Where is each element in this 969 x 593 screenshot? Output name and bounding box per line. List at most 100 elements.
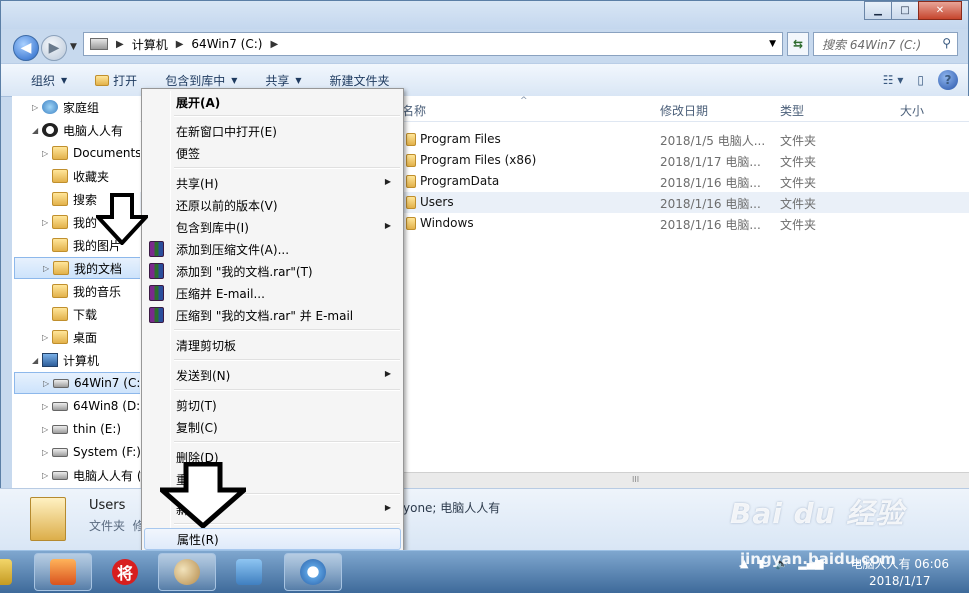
menu-item-restore-previous[interactable]: 还原以前的版本(V)	[144, 194, 401, 216]
menu-item-cut[interactable]: 剪切(T)	[144, 394, 401, 416]
expand-arrow-icon[interactable]: ▷	[42, 448, 52, 457]
menu-item-compress-email[interactable]: 压缩并 E-mail...	[144, 282, 401, 304]
nav-item-documents[interactable]: ▷ Documents	[42, 142, 140, 164]
expand-arrow-icon[interactable]: ▷	[42, 471, 52, 480]
share-menu[interactable]: 共享 ▼	[265, 72, 301, 89]
breadcrumb-computer[interactable]: 计算机	[132, 36, 168, 53]
nav-item-homegroup[interactable]: ▷ 家庭组	[32, 96, 99, 118]
preview-pane-icon[interactable]: ▯	[917, 73, 924, 87]
forward-button[interactable]: ▶	[41, 35, 67, 61]
nav-item-drive-g[interactable]: ▷ 电脑人人有 (	[42, 464, 140, 486]
history-dropdown[interactable]: ▼	[70, 42, 77, 52]
taskbar-control-panel[interactable]	[220, 553, 278, 591]
expand-arrow-icon[interactable]: ▷	[42, 218, 52, 227]
folder-icon	[95, 74, 110, 86]
chevron-down-icon[interactable]: ▼	[769, 39, 776, 49]
menu-item-properties[interactable]: 属性(R)	[144, 528, 401, 550]
column-size[interactable]: 大小	[900, 102, 924, 119]
breadcrumb-drive[interactable]: 64Win7 (C:)	[191, 37, 262, 51]
nav-item-computer[interactable]: ◢ 计算机	[32, 349, 99, 371]
menu-item-add-rar[interactable]: 添加到 "我的文档.rar"(T)	[144, 260, 401, 282]
expand-arrow-icon[interactable]: ▷	[42, 333, 52, 342]
expand-arrow-icon[interactable]: ▷	[42, 425, 52, 434]
menu-label: 便签	[176, 146, 201, 161]
nav-item-favorites[interactable]: 收藏夹	[52, 165, 109, 187]
nav-item-user[interactable]: ◢ 电脑人人有	[32, 119, 123, 141]
taskbar-chess-app[interactable]: 将	[96, 553, 154, 591]
nav-item-desktop[interactable]: ▷ 桌面	[42, 326, 97, 348]
menu-label: 添加到 "我的文档.rar"(T)	[176, 264, 313, 279]
folder-icon	[406, 133, 416, 146]
expand-arrow-icon[interactable]: ▷	[43, 379, 53, 388]
menu-item-add-archive[interactable]: 添加到压缩文件(A)...	[144, 238, 401, 260]
menu-item-share[interactable]: 共享(H) ▶	[144, 172, 401, 194]
nav-item-my-music[interactable]: 我的音乐	[52, 280, 121, 302]
taskbar-paint[interactable]	[158, 553, 216, 591]
chevron-right-icon[interactable]: ▶	[270, 39, 278, 50]
nav-item-drive-c[interactable]: ▷ 64Win7 (C:	[14, 372, 140, 394]
menu-item-copy[interactable]: 复制(C)	[144, 416, 401, 438]
menu-label: 属性(R)	[177, 532, 219, 547]
address-bar[interactable]: ▶ 计算机 ▶ 64Win7 (C:) ▶ ▼	[83, 32, 783, 56]
search-icon[interactable]: ⚲	[942, 36, 951, 50]
menu-item-sticky[interactable]: 便签	[144, 142, 401, 164]
folder-icon	[406, 175, 416, 188]
submenu-arrow-icon: ▶	[384, 369, 391, 378]
minimize-button[interactable]: ▁	[864, 1, 892, 20]
open-button[interactable]: 打开	[95, 72, 137, 89]
chevron-right-icon[interactable]: ▶	[176, 39, 184, 50]
expand-arrow-icon[interactable]: ▷	[43, 264, 53, 273]
submenu-arrow-icon: ▶	[384, 503, 391, 512]
help-icon[interactable]: ?	[938, 70, 958, 90]
organize-label: 组织	[31, 73, 56, 88]
include-library-menu[interactable]: 包含到库中 ▼	[165, 72, 237, 89]
back-button[interactable]: ◀	[13, 35, 39, 61]
new-folder-button[interactable]: 新建文件夹	[330, 72, 390, 89]
menu-label: 添加到压缩文件(A)...	[176, 242, 290, 257]
search-placeholder: 搜索 64Win7 (C:)	[822, 37, 922, 52]
collapse-arrow-icon[interactable]: ◢	[32, 356, 42, 365]
chevron-right-icon[interactable]: ▶	[116, 39, 124, 50]
nav-label: 电脑人人有	[63, 123, 124, 138]
expand-arrow-icon[interactable]: ▷	[32, 103, 42, 112]
taskbar-media-player[interactable]	[34, 553, 92, 591]
refresh-button[interactable]: ⇆	[787, 32, 809, 56]
nav-item-my-videos[interactable]: ▷ 我的	[42, 211, 97, 233]
homegroup-icon	[42, 100, 58, 114]
nav-item-search[interactable]: 搜索	[52, 188, 97, 210]
maximize-button[interactable]: □	[891, 1, 919, 20]
nav-item-drive-d[interactable]: ▷ 64Win8 (D:	[42, 395, 140, 417]
nav-item-drive-f[interactable]: ▷ System (F:)	[42, 441, 140, 463]
column-name[interactable]: 名称	[402, 102, 426, 119]
nav-item-my-documents[interactable]: ▷ 我的文档	[14, 257, 140, 279]
nav-item-drive-e[interactable]: ▷ thin (E:)	[42, 418, 121, 440]
nav-item-downloads[interactable]: 下载	[52, 303, 97, 325]
column-type[interactable]: 类型	[780, 102, 804, 119]
nav-label: 我的文档	[74, 261, 123, 276]
menu-label: 还原以前的版本(V)	[176, 198, 278, 213]
scroll-grip-icon[interactable]: III	[632, 475, 652, 487]
file-name: Windows	[420, 216, 474, 230]
baidu-watermark-url: jingyan.baidu.com	[740, 550, 896, 568]
folder-icon	[52, 146, 68, 160]
close-button[interactable]: ✕	[918, 1, 962, 20]
expand-arrow-icon[interactable]: ▷	[42, 402, 52, 411]
menu-item-include-library[interactable]: 包含到库中(I) ▶	[144, 216, 401, 238]
menu-item-open-new-window[interactable]: 在新窗口中打开(E)	[144, 120, 401, 142]
chevron-down-icon: ▼	[61, 75, 68, 85]
menu-item-clear-clipboard[interactable]: 清理剪切板	[144, 334, 401, 356]
nav-label: 64Win7 (C:	[74, 376, 140, 390]
start-button[interactable]	[0, 553, 28, 591]
collapse-arrow-icon[interactable]: ◢	[32, 126, 42, 135]
view-options-icon[interactable]: ☷ ▾	[883, 73, 904, 87]
drive-icon	[52, 401, 68, 411]
organize-menu[interactable]: 组织 ▼	[31, 72, 67, 89]
column-modified[interactable]: 修改日期	[660, 102, 708, 119]
menu-item-compress-rar-email[interactable]: 压缩到 "我的文档.rar" 并 E-mail	[144, 304, 401, 326]
menu-item-send-to[interactable]: 发送到(N) ▶	[144, 364, 401, 386]
search-input[interactable]: 搜索 64Win7 (C:) ⚲	[813, 32, 958, 56]
expand-arrow-icon[interactable]: ▷	[42, 149, 52, 158]
menu-item-expand[interactable]: 展开(A)	[144, 91, 401, 113]
taskbar-explorer[interactable]	[284, 553, 342, 591]
arrow-right-icon: ▶	[48, 40, 60, 56]
